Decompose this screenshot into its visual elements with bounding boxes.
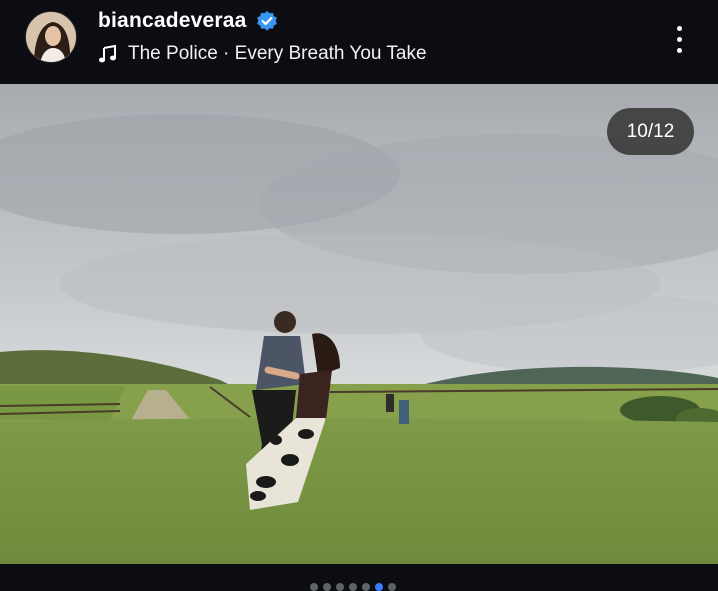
profile-avatar[interactable] bbox=[25, 11, 77, 63]
carousel-pagination bbox=[310, 583, 396, 591]
carousel-counter-badge: 10/12 bbox=[607, 108, 694, 155]
username-row: biancadeveraa bbox=[98, 9, 278, 33]
pagination-dot bbox=[349, 583, 357, 591]
pagination-dot bbox=[310, 583, 318, 591]
pagination-dot bbox=[323, 583, 331, 591]
post-header: biancadeveraa The Police · Every Breath … bbox=[0, 0, 718, 82]
music-track-text: The Police · Every Breath You Take bbox=[128, 43, 427, 64]
post-media-photo[interactable] bbox=[0, 84, 718, 564]
music-note-icon bbox=[98, 44, 118, 64]
music-row[interactable]: The Police · Every Breath You Take bbox=[98, 43, 427, 65]
username[interactable]: biancadeveraa bbox=[98, 9, 247, 33]
pagination-dot-active bbox=[375, 583, 383, 591]
more-vertical-icon bbox=[677, 26, 682, 31]
more-options-button[interactable] bbox=[664, 22, 696, 56]
pagination-dot bbox=[388, 583, 396, 591]
pagination-dot bbox=[336, 583, 344, 591]
pagination-dot bbox=[362, 583, 370, 591]
verified-badge-icon bbox=[256, 10, 278, 32]
